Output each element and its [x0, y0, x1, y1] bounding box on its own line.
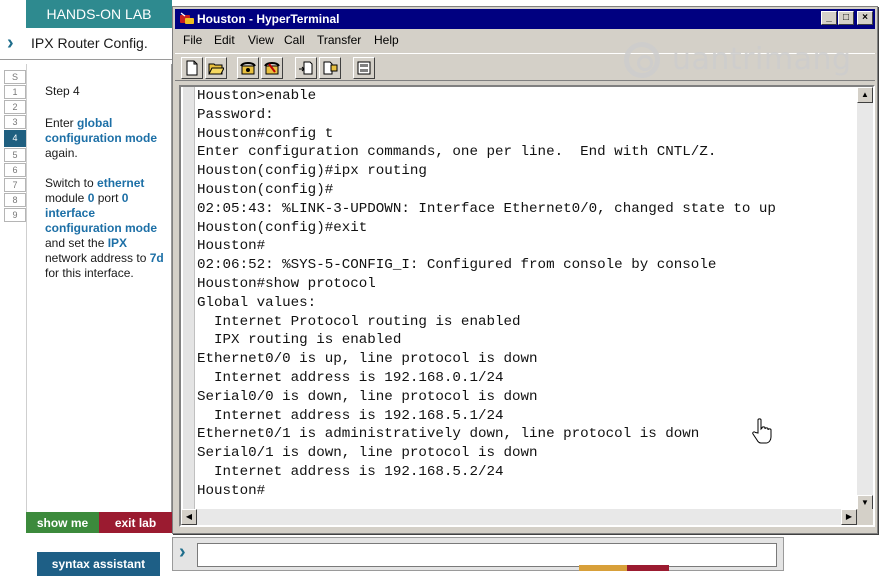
- command-input[interactable]: [197, 543, 777, 567]
- syntax-assistant-button[interactable]: syntax assistant: [37, 552, 160, 576]
- instruction-1: Enter global configuration mode again.: [45, 116, 157, 160]
- step-tab-3[interactable]: 3: [4, 115, 26, 129]
- decor-strip: [579, 565, 627, 571]
- disconnect-icon[interactable]: [261, 57, 283, 79]
- receive-file-icon[interactable]: [319, 57, 341, 79]
- terminal-line: Houston(config)#exit: [197, 219, 368, 236]
- properties-icon[interactable]: [353, 57, 375, 79]
- chevron-right-icon: ›: [7, 32, 14, 54]
- decor-strip: [627, 565, 669, 571]
- lab-header: HANDS-ON LAB: [26, 0, 172, 28]
- terminal-line: Houston(config)#: [197, 181, 334, 198]
- terminal-line: Global values:: [197, 294, 317, 311]
- menu-transfer[interactable]: Transfer: [317, 33, 361, 47]
- exit-lab-button[interactable]: exit lab: [99, 512, 172, 533]
- terminal-line: 02:05:43: %LINK-3-UPDOWN: Interface Ethe…: [197, 200, 776, 217]
- step-tab-2[interactable]: 2: [4, 100, 26, 114]
- step-tab-s[interactable]: S: [4, 70, 26, 84]
- step-tab-6[interactable]: 6: [4, 163, 26, 177]
- watermark: uantrimang: [620, 38, 852, 84]
- terminal-line: Enter configuration commands, one per li…: [197, 144, 717, 161]
- terminal-line: Houston>enable: [197, 88, 317, 104]
- terminal-line: Houston(config)#ipx routing: [197, 163, 427, 180]
- terminal-line: Houston#: [197, 482, 266, 499]
- terminal-margin: [183, 87, 195, 511]
- close-button[interactable]: ×: [857, 11, 873, 25]
- title-bar: Houston - HyperTerminal _ □ ×: [175, 9, 875, 29]
- terminal-line: Serial0/1 is down, line protocol is down: [197, 445, 538, 462]
- scroll-left-icon[interactable]: ◀: [181, 509, 197, 525]
- menu-file[interactable]: File: [183, 33, 202, 47]
- menu-edit[interactable]: Edit: [214, 33, 235, 47]
- minimize-button[interactable]: _: [821, 11, 837, 25]
- open-folder-icon[interactable]: [205, 57, 227, 79]
- terminal-line: Houston#show protocol: [197, 275, 376, 292]
- maximize-button[interactable]: □: [838, 11, 854, 25]
- hyperterminal-app-icon: [180, 12, 194, 24]
- menu-call[interactable]: Call: [284, 33, 305, 47]
- hand-cursor-icon: [752, 418, 772, 444]
- send-file-icon[interactable]: [295, 57, 317, 79]
- terminal-line: Internet address is 192.168.0.1/24: [197, 369, 504, 386]
- step-tab-5[interactable]: 5: [4, 148, 26, 162]
- terminal-line: 02:06:52: %SYS-5-CONFIG_I: Configured fr…: [197, 257, 717, 274]
- menu-help[interactable]: Help: [374, 33, 399, 47]
- terminal-screen[interactable]: Houston>enable Password: Houston#config …: [179, 85, 875, 527]
- terminal-line: Internet address is 192.168.5.2/24: [197, 463, 504, 480]
- window-title: Houston - HyperTerminal: [197, 12, 340, 26]
- step-tab-1[interactable]: 1: [4, 85, 26, 99]
- terminal-line: Ethernet0/0 is up, line protocol is down: [197, 351, 538, 368]
- step-tab-7[interactable]: 7: [4, 178, 26, 192]
- chevron-right-icon: ›: [179, 541, 186, 563]
- instructions-panel: Step 4 Enter global configuration mode a…: [26, 64, 172, 512]
- instruction-2: Switch to ethernet module 0 port 0 inter…: [45, 176, 164, 280]
- lab-title: IPX Router Config.: [31, 35, 148, 51]
- scroll-up-icon[interactable]: ▲: [857, 87, 873, 103]
- step-label: Step 4: [45, 84, 80, 98]
- menu-view[interactable]: View: [248, 33, 274, 47]
- terminal-line: Serial0/0 is down, line protocol is down: [197, 388, 538, 405]
- scroll-corner: [857, 509, 873, 525]
- command-bar: ›: [172, 537, 784, 571]
- show-me-button[interactable]: show me: [26, 512, 99, 533]
- step-tab-4[interactable]: 4: [4, 130, 26, 147]
- scroll-right-icon[interactable]: ▶: [841, 509, 857, 525]
- horizontal-scrollbar[interactable]: ◀ ▶: [181, 509, 857, 525]
- watermark-text: uantrimang: [672, 42, 852, 77]
- terminal-line: Password:: [197, 106, 274, 123]
- hyperterminal-window: Houston - HyperTerminal _ □ × File Edit …: [172, 6, 878, 534]
- phone-call-icon[interactable]: [237, 57, 259, 79]
- step-tab-9[interactable]: 9: [4, 208, 26, 222]
- terminal-line: Houston#config t: [197, 125, 334, 142]
- new-file-icon[interactable]: [181, 57, 203, 79]
- terminal-line: Internet Protocol routing is enabled: [197, 313, 521, 330]
- lab-title-row: › IPX Router Config.: [0, 28, 172, 60]
- step-tab-8[interactable]: 8: [4, 193, 26, 207]
- watermark-logo-icon: [624, 42, 660, 78]
- terminal-line: Houston#: [197, 238, 266, 255]
- vertical-scrollbar[interactable]: ▲ ▼: [857, 87, 873, 511]
- step-tabs: S 1 2 3 4 5 6 7 8 9: [4, 70, 26, 223]
- terminal-line: IPX routing is enabled: [197, 332, 402, 349]
- terminal-output: Houston>enable Password: Houston#config …: [197, 87, 855, 511]
